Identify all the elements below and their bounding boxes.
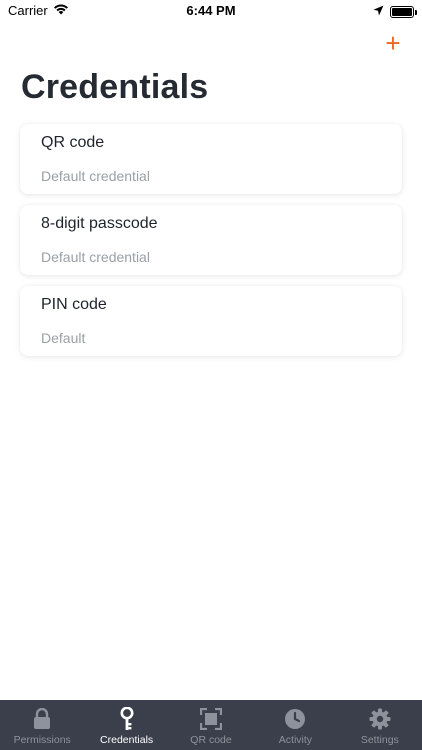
key-icon xyxy=(116,707,138,730)
battery-fill xyxy=(392,7,412,16)
status-bar: Carrier 6:44 PM xyxy=(0,0,422,22)
status-time: 6:44 PM xyxy=(186,3,236,18)
tab-label: Credentials xyxy=(100,734,154,746)
tab-bar: Permissions Credentials QR code Activity… xyxy=(0,700,422,750)
gear-icon xyxy=(369,708,391,730)
tab-activity[interactable]: Activity xyxy=(253,700,337,750)
page-title: Credentials xyxy=(21,68,209,106)
credential-card-pin-code[interactable]: PIN code Default xyxy=(20,286,402,356)
add-credential-button[interactable]: + xyxy=(380,30,406,56)
tab-label: Permissions xyxy=(13,734,71,746)
credential-subtitle: Default credential xyxy=(41,168,150,184)
credential-name: PIN code xyxy=(41,296,107,313)
lock-icon xyxy=(31,708,53,730)
tab-credentials[interactable]: Credentials xyxy=(84,700,168,750)
tab-permissions[interactable]: Permissions xyxy=(0,700,84,750)
location-arrow-icon xyxy=(373,4,384,19)
qr-scan-icon xyxy=(200,708,223,730)
tab-label: Settings xyxy=(360,734,399,746)
credential-name: 8-digit passcode xyxy=(41,215,158,232)
tab-settings[interactable]: Settings xyxy=(338,700,422,750)
status-right xyxy=(373,4,417,19)
credential-name: QR code xyxy=(41,134,105,151)
credential-subtitle: Default credential xyxy=(41,249,150,265)
tab-label: QR code xyxy=(190,734,232,746)
clock-icon xyxy=(284,708,306,730)
tab-qr-code[interactable]: QR code xyxy=(169,700,253,750)
credential-list: QR code Default credential 8-digit passc… xyxy=(20,124,402,367)
tab-label: Activity xyxy=(278,734,313,746)
credential-card-qr-code[interactable]: QR code Default credential xyxy=(20,124,402,194)
credential-subtitle: Default xyxy=(41,330,86,346)
credential-card-passcode[interactable]: 8-digit passcode Default credential xyxy=(20,205,402,275)
battery-icon xyxy=(390,5,417,18)
